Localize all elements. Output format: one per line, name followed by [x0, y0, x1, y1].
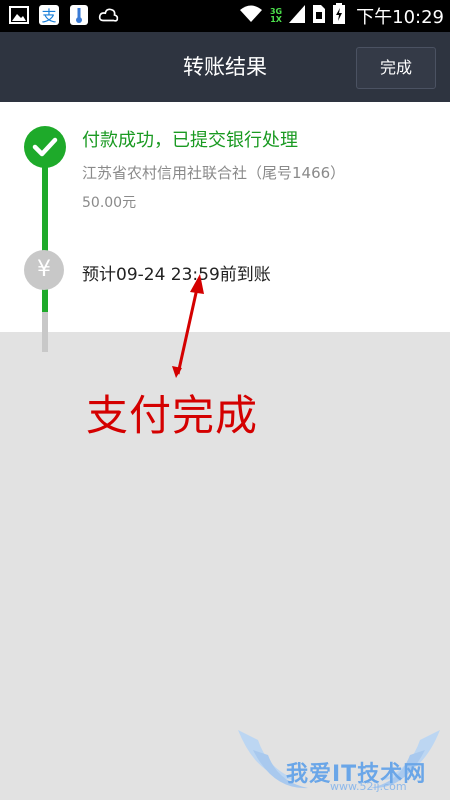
checkmark-icon — [24, 126, 66, 168]
sim-icon — [312, 4, 326, 28]
wifi-icon — [238, 4, 264, 28]
thermometer-icon — [68, 4, 90, 26]
done-button[interactable]: 完成 — [356, 47, 436, 89]
title-bar: 转账结果 完成 — [0, 32, 450, 102]
progress-line-pending — [42, 312, 48, 352]
clock: 下午10:29 — [356, 7, 444, 28]
system-tray: 3G 1X 下午10:29 — [238, 0, 444, 32]
status-bar: 支 3G 1X 下午10:29 — [0, 0, 450, 32]
payment-status: 付款成功，已提交银行处理 — [82, 130, 298, 151]
weather-icon — [98, 4, 120, 26]
annotation-label: 支付完成 — [86, 391, 259, 440]
network-1x-label: 1X — [270, 15, 282, 24]
notification-icons: 支 — [8, 4, 120, 26]
transfer-result-card: 付款成功，已提交银行处理 江苏省农村信用社联合社（尾号1466） 50.00元 … — [0, 102, 450, 352]
svg-text:支: 支 — [41, 7, 56, 25]
network-type: 3G 1X — [270, 8, 282, 24]
bank-account: 江苏省农村信用社联合社（尾号1466） — [82, 164, 346, 182]
signal-icon — [288, 4, 306, 28]
alipay-icon: 支 — [38, 4, 60, 26]
yen-icon: ¥ — [24, 250, 64, 290]
annotation-arrow — [172, 274, 204, 378]
watermark-url: www.52ij.com — [330, 780, 407, 793]
transfer-amount: 50.00元 — [82, 195, 137, 211]
image-icon — [8, 4, 30, 26]
battery-charging-icon — [332, 3, 346, 29]
